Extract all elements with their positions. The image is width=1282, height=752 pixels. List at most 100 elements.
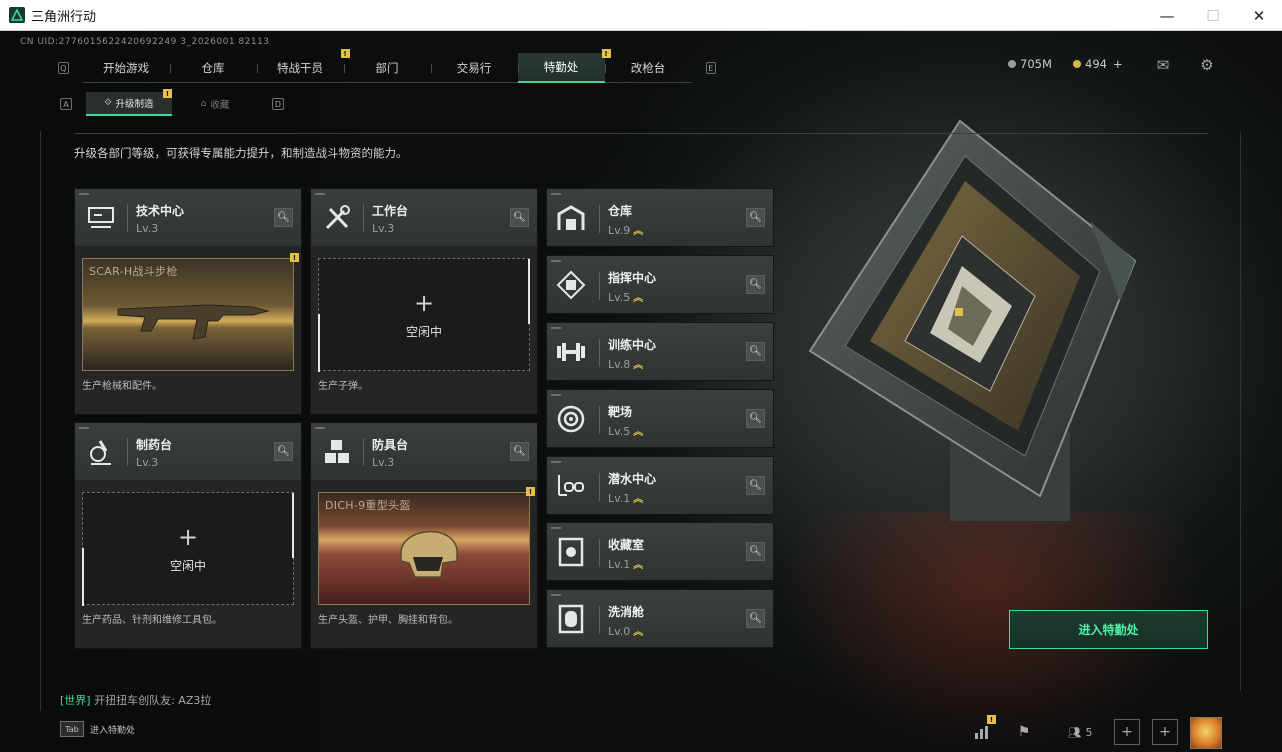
notification-badge: !	[290, 253, 299, 262]
crafting-slot-empty[interactable]: + 空闲中	[318, 258, 530, 372]
chat-message: 开扭扭车创队友: AZ3拉	[90, 694, 212, 707]
separator	[363, 438, 364, 466]
subnav-left-key[interactable]: A	[60, 98, 72, 110]
separator	[127, 438, 128, 466]
card-armor-bench[interactable]: 防具台 Lv.3 🔍︎ DICH-9重型头盔 ! 生产头盔、护甲、胸挂和背包。	[310, 422, 538, 649]
coins-display[interactable]: 705M	[1008, 57, 1052, 71]
tab-hint[interactable]: Tab 进入特勤处	[60, 721, 135, 737]
monitor-icon	[83, 201, 119, 235]
tab-warehouse[interactable]: 仓库	[169, 53, 257, 83]
player-uid: CN UID:2776015622420692249 3_2026001 821…	[20, 37, 270, 47]
divider	[75, 133, 1208, 134]
subnav-right-key[interactable]: D	[272, 98, 284, 110]
nav-left-key[interactable]: Q	[58, 62, 69, 74]
nav-right-key[interactable]: E	[705, 62, 716, 74]
dept-name: 潜水中心	[608, 472, 657, 486]
window-title: 三角洲行动	[31, 9, 97, 25]
card-header: 制药台 Lv.3 🔍︎	[75, 423, 301, 480]
world-chat[interactable]: [世界] 开扭扭车创队友: AZ3拉	[60, 692, 211, 708]
flag-icon[interactable]: ⚑	[1012, 719, 1036, 745]
card-title: 制药台	[136, 438, 173, 452]
card-tech-center[interactable]: 技术中心 Lv.3 🔍︎ SCAR-H战斗步枪 ! 生产枪械和配件。	[74, 188, 302, 415]
add-icon[interactable]: +	[1152, 719, 1178, 745]
upgrade-available-icon: ︽	[633, 427, 644, 438]
enter-special-ops-button[interactable]: 进入特勤处	[1009, 610, 1208, 649]
add-icon[interactable]: +	[1114, 719, 1140, 745]
tab-department[interactable]: 部门	[343, 53, 431, 83]
tab-key: Tab	[60, 721, 84, 737]
subtab-upgrade-craft[interactable]: ⟐ 升级制造 !	[86, 89, 172, 116]
card-description: 生产枪械和配件。	[82, 381, 162, 392]
separator	[599, 539, 600, 567]
subtab-collection[interactable]: ⌂ 收藏	[172, 92, 258, 116]
gear-icon[interactable]: ⚙	[1198, 56, 1216, 74]
crafting-slot-empty[interactable]: + 空闲中	[82, 492, 294, 606]
search-icon[interactable]: 🔍︎	[510, 208, 529, 227]
blocks-icon	[319, 435, 355, 469]
card-description: 生产子弹。	[318, 381, 368, 392]
game-viewport: CN UID:2776015622420692249 3_2026001 821…	[0, 31, 1282, 752]
tab-trading[interactable]: 交易行	[430, 53, 518, 83]
decon-pod-icon	[553, 602, 589, 636]
card-header: 技术中心 Lv.3 🔍︎	[75, 189, 301, 246]
search-icon[interactable]: 🔍︎	[274, 442, 293, 461]
search-icon[interactable]: 🔍︎	[746, 476, 765, 495]
dept-decontamination-pod[interactable]: 洗消舱 Lv.0 ︽ 🔍︎	[546, 589, 774, 648]
dept-collection-room[interactable]: 收藏室 Lv.1 ︽ 🔍︎	[546, 522, 774, 581]
friends-button[interactable]: 👥︎ 5	[1062, 719, 1098, 745]
dept-diving-center[interactable]: 潜水中心 Lv.1 ︽ 🔍︎	[546, 456, 774, 515]
tab-gunsmith[interactable]: 改枪台	[604, 53, 692, 83]
upgrade-icon: ⟐	[104, 98, 112, 108]
upgrade-available-icon: ︽	[633, 360, 644, 371]
dept-level: Lv.0 ︽	[608, 625, 644, 638]
close-button[interactable]: ✕	[1236, 0, 1282, 31]
card-workbench[interactable]: 工作台 Lv.3 🔍︎ + 空闲中 生产子弹。	[310, 188, 538, 415]
warehouse-icon	[553, 201, 589, 235]
tickets-display[interactable]: 494 +	[1073, 57, 1123, 71]
separator	[599, 339, 600, 367]
microscope-icon	[83, 435, 119, 469]
separator	[599, 606, 600, 634]
dept-warehouse[interactable]: 仓库 Lv.9 ︽ 🔍︎	[546, 188, 774, 247]
upgrade-available-icon: ︽	[633, 226, 644, 237]
search-icon[interactable]: 🔍︎	[746, 208, 765, 227]
maximize-button[interactable]: ☐	[1190, 0, 1236, 31]
search-icon[interactable]: 🔍︎	[746, 275, 765, 294]
card-title: 工作台	[372, 204, 409, 218]
minimize-button[interactable]: —	[1144, 0, 1190, 31]
card-level: Lv.3	[372, 222, 395, 235]
vault-icon	[553, 535, 589, 569]
mail-icon[interactable]: ✉	[1154, 56, 1172, 74]
search-icon[interactable]: 🔍︎	[746, 609, 765, 628]
search-icon[interactable]: 🔍︎	[746, 542, 765, 561]
dept-training-center[interactable]: 训练中心 Lv.8 ︽ 🔍︎	[546, 322, 774, 381]
main-nav: Q 开始游戏 仓库 特战干员! 部门 交易行 特勤处! 改枪台 E	[58, 49, 716, 83]
card-description: 生产头盔、护甲、胸挂和背包。	[318, 615, 458, 626]
search-icon[interactable]: 🔍︎	[510, 442, 529, 461]
search-icon[interactable]: 🔍︎	[274, 208, 293, 227]
tab-operators[interactable]: 特战干员!	[256, 49, 350, 83]
card-title: 技术中心	[136, 204, 185, 218]
notification-badge: !	[163, 89, 172, 98]
crafting-slot[interactable]: DICH-9重型头盔 !	[318, 487, 535, 605]
upgrade-available-icon: ︽	[633, 560, 644, 571]
card-pharmacy[interactable]: 制药台 Lv.3 🔍︎ + 空闲中 生产药品、针剂和维修工具包。	[74, 422, 302, 649]
dept-name: 仓库	[608, 204, 633, 218]
card-title: 防具台	[372, 438, 409, 452]
tab-start-game[interactable]: 开始游戏	[83, 53, 170, 83]
friends-icon: 👥︎	[1067, 725, 1082, 739]
special-ops-cube-art	[808, 119, 1137, 521]
separator	[599, 272, 600, 300]
add-tickets-button[interactable]: +	[1113, 57, 1123, 71]
crafting-slot[interactable]: SCAR-H战斗步枪 !	[82, 253, 299, 371]
dept-shooting-range[interactable]: 靶场 Lv.5 ︽ 🔍︎	[546, 389, 774, 448]
search-icon[interactable]: 🔍︎	[746, 409, 765, 428]
delta-logo-icon	[9, 7, 25, 23]
tab-special-ops[interactable]: 特勤处!	[517, 49, 611, 83]
dept-command-center[interactable]: 指挥中心 Lv.5 ︽ 🔍︎	[546, 255, 774, 314]
search-icon[interactable]: 🔍︎	[746, 342, 765, 361]
card-level: Lv.3	[136, 456, 159, 469]
avatar[interactable]	[1190, 717, 1222, 749]
separator	[599, 406, 600, 434]
stats-icon[interactable]: !	[970, 715, 996, 745]
